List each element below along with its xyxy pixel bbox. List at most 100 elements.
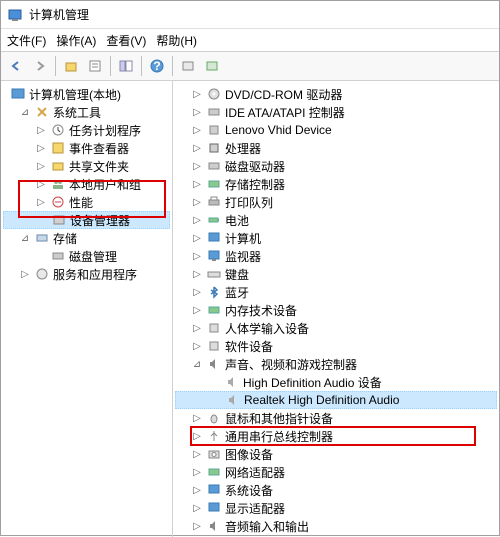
tree-label: 本地用户和组 <box>69 176 141 193</box>
show-hide-button[interactable] <box>115 55 137 77</box>
expand-arrow-icon[interactable]: ⊿ <box>191 358 203 370</box>
expand-arrow-icon[interactable]: ⊿ <box>19 232 31 244</box>
collapse-arrow-icon[interactable]: ▷ <box>191 214 203 226</box>
device-imaging[interactable]: ▷图像设备 <box>175 445 497 463</box>
disk-icon <box>206 158 222 174</box>
menu-view[interactable]: 查看(V) <box>106 32 146 49</box>
collapse-arrow-icon[interactable]: ▷ <box>191 520 203 532</box>
device-bluetooth[interactable]: ▷蓝牙 <box>175 283 497 301</box>
device-sound[interactable]: ⊿ 声音、视频和游戏控制器 <box>175 355 497 373</box>
collapse-arrow-icon[interactable]: ▷ <box>191 430 203 442</box>
collapse-arrow-icon[interactable]: ▷ <box>191 448 203 460</box>
device-label: 网络适配器 <box>225 464 285 481</box>
menu-file[interactable]: 文件(F) <box>7 32 46 49</box>
collapse-arrow-icon[interactable]: ▷ <box>191 286 203 298</box>
help-button[interactable]: ? <box>146 55 168 77</box>
device-battery[interactable]: ▷电池 <box>175 211 497 229</box>
collapse-arrow-icon[interactable]: ▷ <box>191 178 203 190</box>
menu-help[interactable]: 帮助(H) <box>156 32 197 49</box>
collapse-arrow-icon[interactable]: ▷ <box>191 484 203 496</box>
device-label: High Definition Audio 设备 <box>243 374 382 391</box>
device-hd-audio[interactable]: High Definition Audio 设备 <box>175 373 497 391</box>
forward-button[interactable] <box>29 55 51 77</box>
collapse-arrow-icon[interactable]: ▷ <box>19 268 31 280</box>
camera-icon <box>206 446 222 462</box>
device-usb[interactable]: ▷ 通用串行总线控制器 <box>175 427 497 445</box>
tree-storage[interactable]: ⊿ 存储 <box>3 229 170 247</box>
device-keyboard[interactable]: ▷键盘 <box>175 265 497 283</box>
tree-root[interactable]: 计算机管理(本地) <box>3 85 170 103</box>
device-cpu[interactable]: ▷处理器 <box>175 139 497 157</box>
software-icon <box>206 338 222 354</box>
device-computer[interactable]: ▷计算机 <box>175 229 497 247</box>
menu-action[interactable]: 操作(A) <box>56 32 96 49</box>
collapse-arrow-icon[interactable]: ▷ <box>35 178 47 190</box>
collapse-arrow-icon[interactable]: ▷ <box>191 340 203 352</box>
device-audio-io[interactable]: ▷ 音频输入和输出 <box>175 517 497 535</box>
collapse-arrow-icon[interactable]: ▷ <box>191 304 203 316</box>
menubar: 文件(F) 操作(A) 查看(V) 帮助(H) <box>1 29 499 51</box>
device-display[interactable]: ▷ 显示适配器 <box>175 499 497 517</box>
device-print[interactable]: ▷打印队列 <box>175 193 497 211</box>
device-realtek[interactable]: Realtek High Definition Audio <box>175 391 497 409</box>
audio-io-icon <box>206 518 222 534</box>
right-tree: ▷DVD/CD-ROM 驱动器 ▷IDE ATA/ATAPI 控制器 ▷Leno… <box>173 81 499 537</box>
collapse-arrow-icon[interactable]: ▷ <box>191 250 203 262</box>
collapse-arrow-icon[interactable]: ▷ <box>191 322 203 334</box>
cpu-icon <box>206 140 222 156</box>
tree-performance[interactable]: ▷ 性能 <box>3 193 170 211</box>
device-label: 显示适配器 <box>225 500 285 517</box>
collapse-arrow-icon[interactable]: ▷ <box>191 502 203 514</box>
collapse-arrow-icon[interactable]: ▷ <box>35 160 47 172</box>
up-button[interactable] <box>60 55 82 77</box>
device-ide[interactable]: ▷IDE ATA/ATAPI 控制器 <box>175 103 497 121</box>
device-label: 音频输入和输出 <box>225 518 309 535</box>
spacer <box>36 214 48 226</box>
tree-event-viewer[interactable]: ▷ 事件查看器 <box>3 139 170 157</box>
collapse-arrow-icon[interactable]: ▷ <box>191 268 203 280</box>
refresh-button[interactable] <box>201 55 223 77</box>
speaker-icon <box>225 392 241 408</box>
tree-system-tools[interactable]: ⊿ 系统工具 <box>3 103 170 121</box>
properties-button[interactable] <box>84 55 106 77</box>
tree-label: 事件查看器 <box>69 140 129 157</box>
collapse-arrow-icon[interactable]: ▷ <box>191 466 203 478</box>
device-dvd[interactable]: ▷DVD/CD-ROM 驱动器 <box>175 85 497 103</box>
tree-shared-folders[interactable]: ▷ 共享文件夹 <box>3 157 170 175</box>
device-mouse[interactable]: ▷鼠标和其他指针设备 <box>175 409 497 427</box>
device-lenovo[interactable]: ▷Lenovo Vhid Device <box>175 121 497 139</box>
device-network[interactable]: ▷ 网络适配器 <box>175 463 497 481</box>
memory-icon <box>206 302 222 318</box>
collapse-arrow-icon[interactable]: ▷ <box>191 88 203 100</box>
device-label: 内存技术设备 <box>225 302 297 319</box>
collapse-arrow-icon[interactable]: ▷ <box>191 142 203 154</box>
collapse-arrow-icon[interactable]: ▷ <box>35 196 47 208</box>
storage-icon <box>34 230 50 246</box>
device-memory[interactable]: ▷ 内存技术设备 <box>175 301 497 319</box>
collapse-arrow-icon[interactable]: ▷ <box>191 106 203 118</box>
collapse-arrow-icon[interactable]: ▷ <box>191 412 203 424</box>
expand-arrow-icon[interactable]: ⊿ <box>19 106 31 118</box>
device-storage-ctrl[interactable]: ▷存储控制器 <box>175 175 497 193</box>
device-label: 通用串行总线控制器 <box>225 428 333 445</box>
collapse-arrow-icon[interactable]: ▷ <box>191 160 203 172</box>
back-button[interactable] <box>5 55 27 77</box>
tree-device-manager[interactable]: 设备管理器 <box>3 211 170 229</box>
scan-button[interactable] <box>177 55 199 77</box>
tree-local-users[interactable]: ▷ 本地用户和组 <box>3 175 170 193</box>
device-system[interactable]: ▷系统设备 <box>175 481 497 499</box>
collapse-arrow-icon[interactable]: ▷ <box>191 196 203 208</box>
collapse-arrow-icon[interactable]: ▷ <box>191 232 203 244</box>
device-label: 声音、视频和游戏控制器 <box>225 356 357 373</box>
device-disk[interactable]: ▷磁盘驱动器 <box>175 157 497 175</box>
device-hid[interactable]: ▷人体学输入设备 <box>175 319 497 337</box>
tree-task-scheduler[interactable]: ▷ 任务计划程序 <box>3 121 170 139</box>
clock-icon <box>50 122 66 138</box>
collapse-arrow-icon[interactable]: ▷ <box>191 124 203 136</box>
collapse-arrow-icon[interactable]: ▷ <box>35 124 47 136</box>
tree-disk-mgmt[interactable]: 磁盘管理 <box>3 247 170 265</box>
device-monitor[interactable]: ▷监视器 <box>175 247 497 265</box>
tree-services-apps[interactable]: ▷ 服务和应用程序 <box>3 265 170 283</box>
device-software[interactable]: ▷软件设备 <box>175 337 497 355</box>
collapse-arrow-icon[interactable]: ▷ <box>35 142 47 154</box>
